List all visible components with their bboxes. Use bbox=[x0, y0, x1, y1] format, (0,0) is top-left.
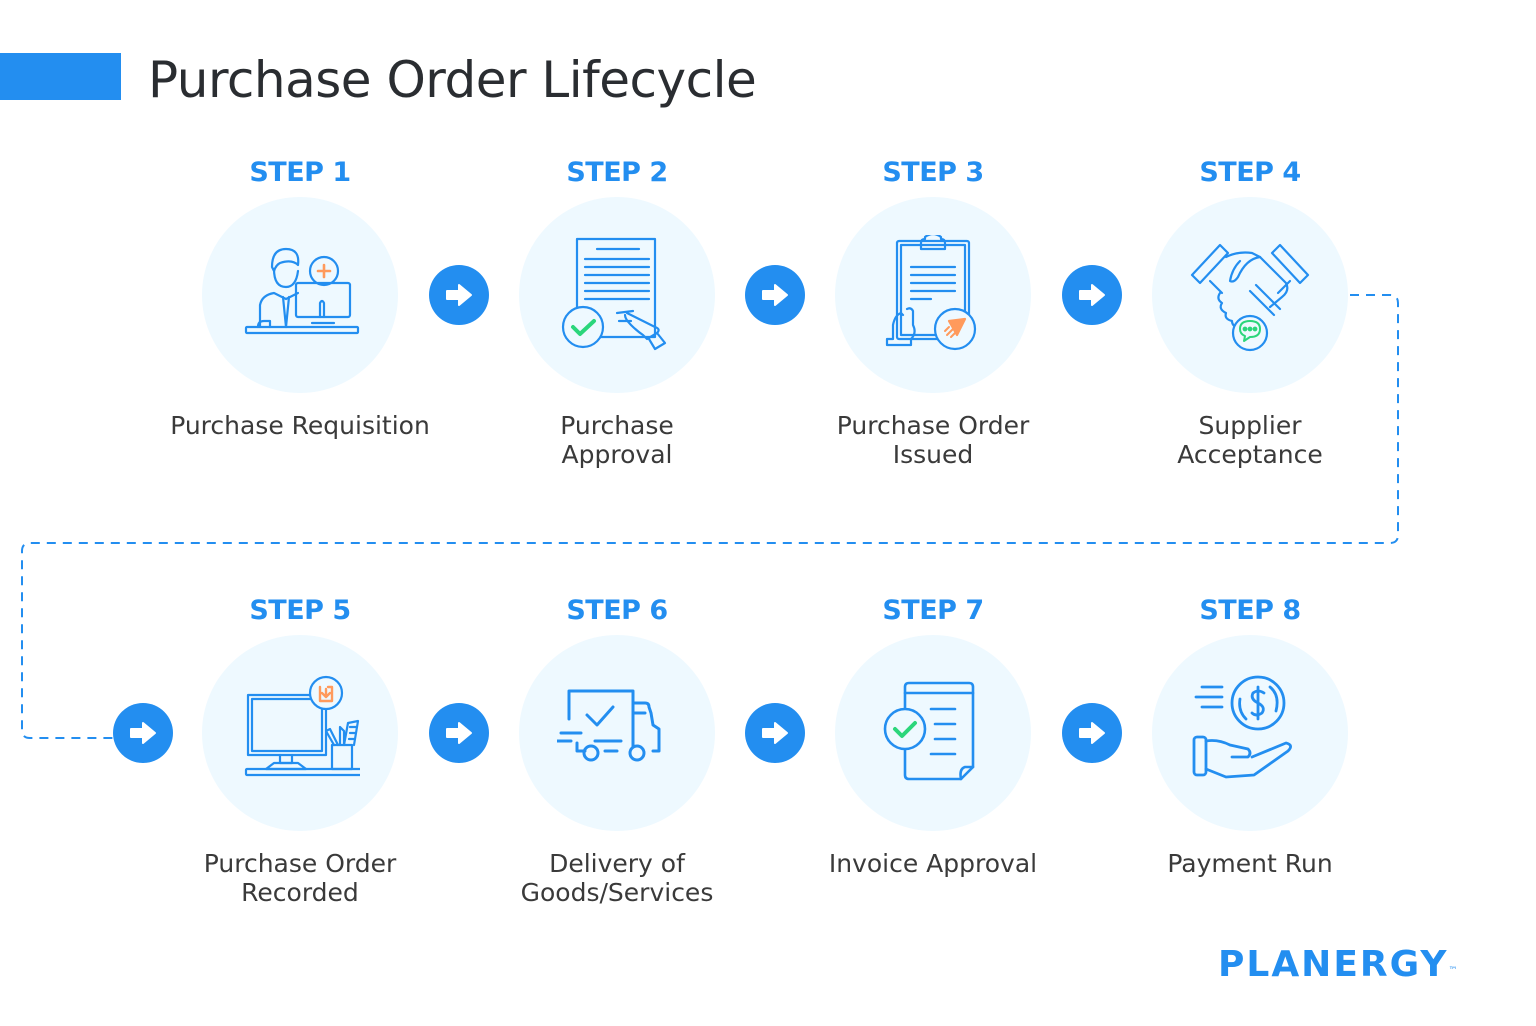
step-3-label: STEP 3 bbox=[882, 157, 984, 188]
flow-arrow-4 bbox=[113, 703, 173, 763]
step-1-caption: Purchase Requisition bbox=[150, 411, 450, 440]
hand-coin-icon bbox=[1192, 675, 1292, 779]
trademark-symbol: ™ bbox=[1448, 966, 1458, 976]
step-8-label: STEP 8 bbox=[1199, 595, 1301, 626]
step-1-label: STEP 1 bbox=[249, 157, 351, 188]
caption-line-2: Approval bbox=[561, 440, 673, 469]
step-7-caption: Invoice Approval bbox=[783, 849, 1083, 878]
step-7-circle bbox=[835, 635, 1031, 831]
arrow-right-icon bbox=[762, 284, 788, 306]
step-1-circle bbox=[202, 197, 398, 393]
step-3-circle bbox=[835, 197, 1031, 393]
step-5-label: STEP 5 bbox=[249, 595, 351, 626]
step-6-circle bbox=[519, 635, 715, 831]
logo-text: PLANERGY bbox=[1218, 944, 1449, 985]
step-5-circle bbox=[202, 635, 398, 831]
flow-arrow-3 bbox=[1062, 265, 1122, 325]
caption-line-2: Acceptance bbox=[1177, 440, 1323, 469]
person-at-computer-icon bbox=[244, 247, 360, 335]
planergy-logo: PLANERGY™ bbox=[1218, 944, 1457, 986]
caption-line-1: Supplier bbox=[1198, 411, 1302, 440]
flow-arrow-7 bbox=[1062, 703, 1122, 763]
step-2-circle bbox=[519, 197, 715, 393]
arrow-right-icon bbox=[762, 722, 788, 744]
approved-invoice-icon bbox=[883, 681, 975, 781]
arrow-right-icon bbox=[1079, 284, 1105, 306]
step-5-caption: Purchase Order Recorded bbox=[150, 849, 450, 907]
step-4-label: STEP 4 bbox=[1199, 157, 1301, 188]
flow-arrow-2 bbox=[745, 265, 805, 325]
flow-arrow-1 bbox=[429, 265, 489, 325]
caption-line-1: Invoice Approval bbox=[828, 849, 1038, 878]
caption-line-2: Issued bbox=[892, 440, 974, 469]
flow-arrow-6 bbox=[745, 703, 805, 763]
desktop-record-icon bbox=[244, 675, 360, 777]
flow-arrow-5 bbox=[429, 703, 489, 763]
caption-line-2: Goods/Services bbox=[520, 878, 714, 907]
step-6-caption: Delivery of Goods/Services bbox=[467, 849, 767, 907]
title-accent-bar bbox=[0, 53, 121, 100]
arrow-right-icon bbox=[446, 722, 472, 744]
caption-line-1: Purchase Order bbox=[836, 411, 1030, 440]
caption-line-1: Purchase Requisition bbox=[170, 411, 430, 440]
clipboard-send-icon bbox=[885, 235, 977, 351]
delivery-truck-icon bbox=[557, 689, 661, 762]
handshake-icon bbox=[1190, 243, 1310, 352]
step-2-label: STEP 2 bbox=[566, 157, 668, 188]
step-8-circle bbox=[1152, 635, 1348, 831]
arrow-right-icon bbox=[130, 722, 156, 744]
step-6-label: STEP 6 bbox=[566, 595, 668, 626]
step-7-label: STEP 7 bbox=[882, 595, 984, 626]
step-2-caption: Purchase Approval bbox=[467, 411, 767, 469]
caption-line-1: Payment Run bbox=[1167, 849, 1333, 878]
caption-line-1: Purchase Order bbox=[203, 849, 397, 878]
page-title: Purchase Order Lifecycle bbox=[148, 51, 757, 109]
caption-line-1: Delivery of bbox=[549, 849, 685, 878]
step-8-caption: Payment Run bbox=[1100, 849, 1400, 878]
caption-line-1: Purchase bbox=[560, 411, 674, 440]
caption-line-2: Recorded bbox=[241, 878, 359, 907]
step-4-circle bbox=[1152, 197, 1348, 393]
signed-document-icon bbox=[561, 237, 667, 351]
arrow-right-icon bbox=[1079, 722, 1105, 744]
step-4-caption: Supplier Acceptance bbox=[1100, 411, 1400, 469]
step-3-caption: Purchase Order Issued bbox=[783, 411, 1083, 469]
arrow-right-icon bbox=[446, 284, 472, 306]
